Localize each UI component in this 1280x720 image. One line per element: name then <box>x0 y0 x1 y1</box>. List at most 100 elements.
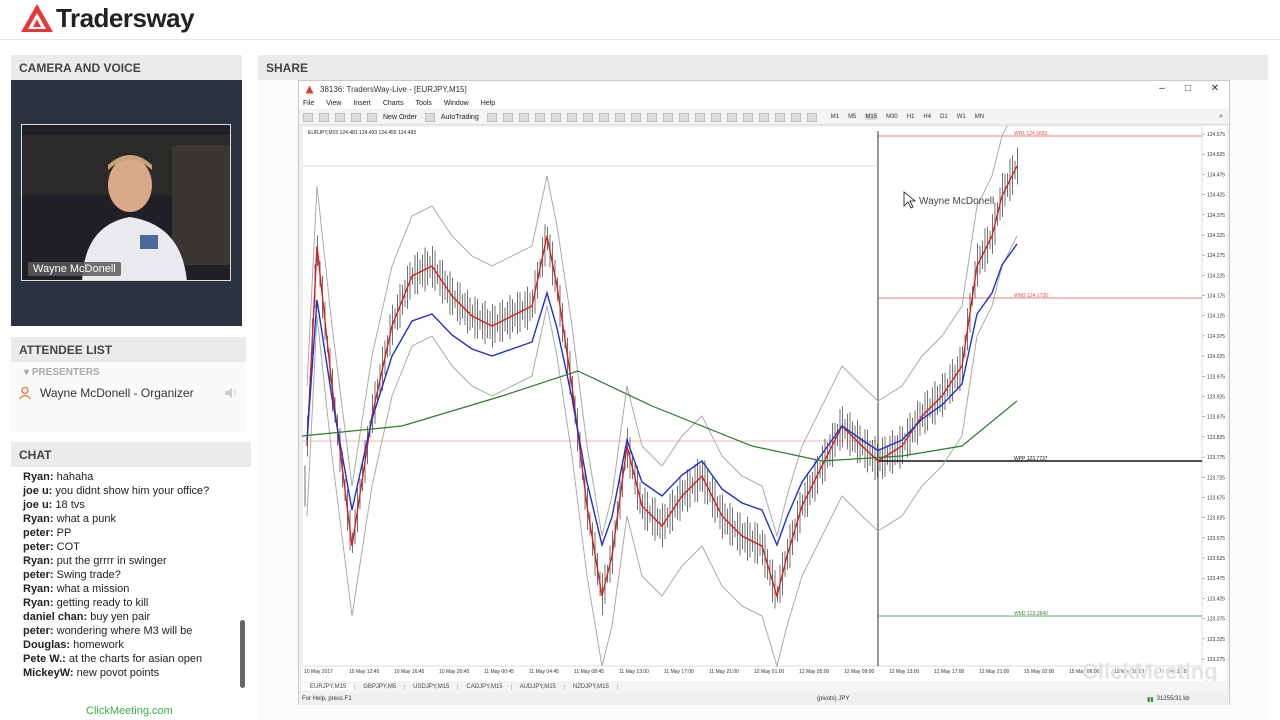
market-watch-icon[interactable] <box>335 112 345 122</box>
timeframe-d1[interactable]: D1 <box>940 114 948 120</box>
share-panel-heading: SHARE <box>258 55 1268 80</box>
price-tick-label: 123.375 <box>1207 617 1225 623</box>
chat-message: peter: wondering where M3 will be <box>11 624 244 638</box>
chat-username: peter: <box>23 569 54 581</box>
collapse-arrow-icon: ▾ <box>24 367 32 378</box>
timeframe-w1[interactable]: W1 <box>957 114 966 120</box>
line-chart-icon[interactable] <box>518 112 529 122</box>
price-tick-label: 123.675 <box>1207 495 1225 501</box>
autotrading-button[interactable]: AutoTrading <box>441 114 479 121</box>
vertical-line-icon[interactable] <box>694 112 705 122</box>
menu-item-help[interactable]: Help <box>481 100 495 107</box>
chat-text: buy yen pair <box>90 611 151 623</box>
menu-item-insert[interactable]: Insert <box>353 100 371 107</box>
timeframe-m15[interactable]: M15 <box>865 114 878 120</box>
text-icon[interactable] <box>774 112 785 122</box>
chart-tab[interactable]: CADJPY,M15 <box>458 684 512 690</box>
menu-item-file[interactable]: File <box>303 100 314 107</box>
time-tick-label: 11 May 13:00 <box>619 669 649 675</box>
price-tick-label: 123.775 <box>1207 455 1225 461</box>
terminal-icon[interactable] <box>367 112 377 122</box>
zoom-in-icon[interactable] <box>534 112 545 122</box>
clickmeeting-watermark: ClickMeeting <box>1082 659 1218 681</box>
mt4-title-bar[interactable]: 38136: TradersWay-Live - [EURJPY,M15] – … <box>299 81 1229 97</box>
chat-username: MickeyW: <box>23 667 74 679</box>
price-chart-canvas[interactable]: WR1 124.5693 WM3 124.1735 WPP 123.7737 WM2 … <box>301 105 1227 684</box>
channel-icon[interactable] <box>742 112 753 122</box>
speaker-icon[interactable] <box>224 387 238 399</box>
pivot-label: WM3 124.1735 <box>1014 293 1048 299</box>
brand-logo[interactable]: Tradersway <box>20 2 195 34</box>
menu-item-tools[interactable]: Tools <box>415 100 431 107</box>
new-order-button[interactable]: New Order <box>383 114 417 121</box>
price-tick-label: 124.375 <box>1207 213 1225 219</box>
camera-heading: CAMERA AND VOICE <box>19 60 141 75</box>
tile-windows-icon[interactable] <box>566 112 577 122</box>
attendee-item[interactable]: Wayne McDonell - Organizer <box>18 384 242 402</box>
presenter-video-frame <box>22 125 230 280</box>
price-chart[interactable]: WR1 124.5693 WM3 124.1735 WPP 123.7737 WM2 … <box>301 105 1227 684</box>
chart-tab[interactable]: NZDJPY,M15 <box>565 684 618 690</box>
indicators-icon[interactable] <box>614 112 625 122</box>
minimize-icon[interactable]: – <box>1149 81 1175 97</box>
menu-item-window[interactable]: Window <box>444 100 469 107</box>
time-tick-label: 15 May 02:00 <box>1024 669 1055 675</box>
price-tick-label: 124.225 <box>1207 273 1225 279</box>
fibonacci-icon[interactable] <box>758 112 769 122</box>
menu-item-view[interactable]: View <box>326 100 341 107</box>
chart-tab[interactable]: GBPJPY,M5 <box>355 684 406 690</box>
profiles-icon[interactable] <box>319 112 329 122</box>
chart-tab[interactable]: USDJPY,M15 <box>405 684 459 690</box>
horizontal-line-icon[interactable] <box>710 112 721 122</box>
templates-icon[interactable] <box>646 112 657 122</box>
timeframe-m30[interactable]: M30 <box>886 114 898 120</box>
chart-tab[interactable]: EURJPY,M15 <box>302 684 356 690</box>
chat-username: peter: <box>23 625 54 637</box>
presenters-group-label[interactable]: ▾ PRESENTERS <box>24 367 100 378</box>
timeframe-m5[interactable]: M5 <box>848 114 856 120</box>
price-tick-label: 123.325 <box>1207 637 1225 643</box>
autoscroll-icon[interactable] <box>598 112 609 122</box>
timeframe-m1[interactable]: M1 <box>831 114 839 120</box>
price-tick-label: 124.175 <box>1207 294 1225 300</box>
chart-shift-icon[interactable] <box>582 112 593 122</box>
trendline-icon[interactable] <box>726 112 737 122</box>
zoom-out-icon[interactable] <box>550 112 561 122</box>
text-label-icon[interactable] <box>790 112 801 122</box>
menu-item-charts[interactable]: Charts <box>383 100 404 107</box>
maximize-icon[interactable]: □ <box>1175 81 1201 97</box>
periods-icon[interactable] <box>630 112 641 122</box>
bar-chart-icon[interactable] <box>486 112 497 122</box>
chat-username: joe u: <box>23 499 53 511</box>
chat-scrollbar[interactable] <box>240 620 245 688</box>
metaeditor-icon[interactable] <box>424 112 435 122</box>
chart-tab[interactable]: AUDJPY,M15 <box>512 684 565 690</box>
chat-message: peter: PP <box>11 526 244 540</box>
timeframe-buttons: M1 M5 M15 M30 H1 H4 D1 W1 MN <box>831 114 993 120</box>
timeframe-h4[interactable]: H4 <box>923 114 931 120</box>
price-tick-label: 123.425 <box>1207 596 1225 602</box>
chat-username: Ryan: <box>23 597 54 609</box>
presenter-video[interactable]: Wayne McDonell <box>21 124 231 281</box>
chat-username: peter: <box>23 527 54 539</box>
chat-message: daniel chan: buy yen pair <box>11 610 244 624</box>
mt4-app-icon <box>305 85 314 93</box>
chat-message: peter: COT <box>11 540 244 554</box>
search-icon[interactable]: ⌕ <box>1219 113 1223 121</box>
status-traffic-text: 31255/31 kb <box>1156 696 1190 702</box>
cursor-icon[interactable] <box>662 112 673 122</box>
price-tick-label: 123.925 <box>1207 395 1225 401</box>
navigator-icon[interactable] <box>351 112 361 122</box>
candlestick-icon[interactable] <box>502 112 513 122</box>
crosshair-icon[interactable] <box>678 112 689 122</box>
close-icon[interactable]: ✕ <box>1202 81 1228 97</box>
price-tick-label: 124.125 <box>1207 314 1225 320</box>
timeframe-mn[interactable]: MN <box>975 114 984 120</box>
chat-message-list[interactable]: Ryan: hahaha joe u: you didnt show him yo… <box>11 470 244 690</box>
arrows-icon[interactable] <box>806 112 817 122</box>
new-chart-icon[interactable] <box>303 112 313 122</box>
timeframe-h1[interactable]: H1 <box>907 114 915 120</box>
clickmeeting-link[interactable]: ClickMeeting.com <box>86 705 173 717</box>
mt4-window: 38136: TradersWay-Live - [EURJPY,M15] – … <box>298 80 1230 705</box>
chat-text: you didnt show him your office? <box>55 485 210 497</box>
